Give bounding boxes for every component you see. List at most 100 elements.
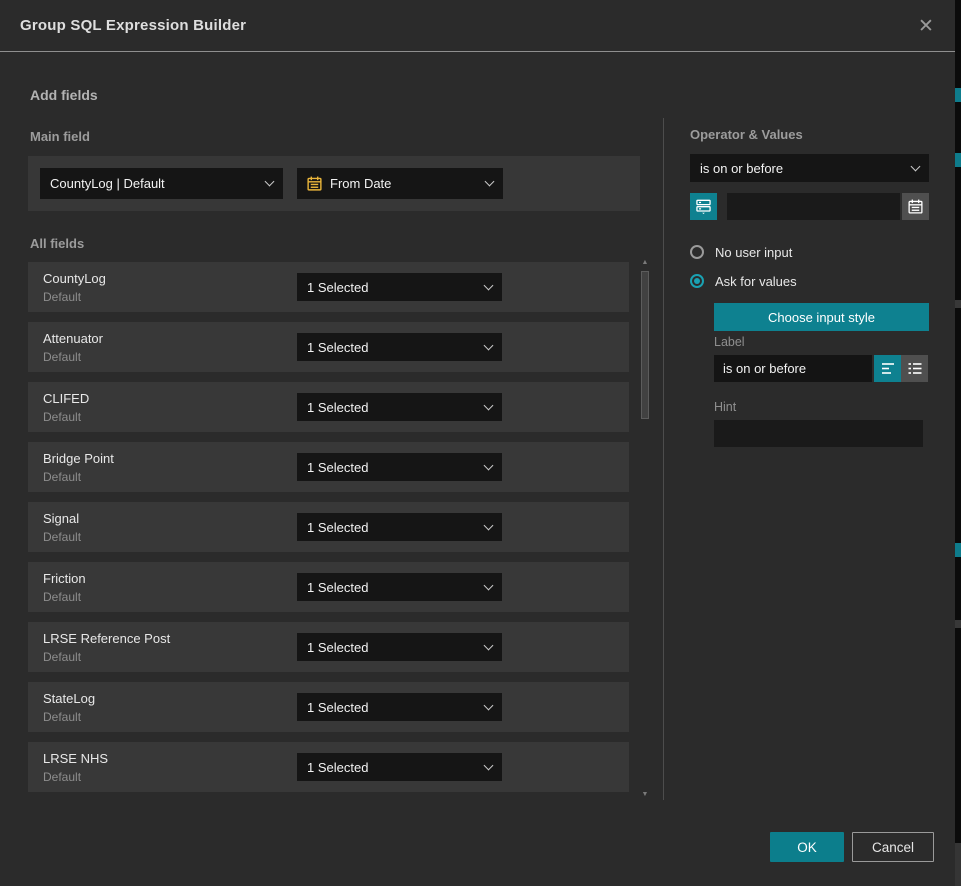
field-row: StateLog Default 1 Selected	[28, 682, 629, 732]
field-name: Friction	[43, 571, 86, 586]
field-selection-dropdown[interactable]: 1 Selected	[297, 753, 502, 781]
chevron-down-icon	[484, 280, 494, 290]
field-selection-label: 1 Selected	[307, 280, 485, 295]
operator-values-heading: Operator & Values	[690, 127, 803, 142]
field-name: Bridge Point	[43, 451, 114, 466]
field-selection-dropdown[interactable]: 1 Selected	[297, 273, 502, 301]
radio-option[interactable]: No user input	[690, 244, 940, 260]
field-selection-dropdown[interactable]: 1 Selected	[297, 393, 502, 421]
choose-input-style-button[interactable]: Choose input style	[714, 303, 929, 331]
field-row: CountyLog Default 1 Selected	[28, 262, 629, 312]
dialog-titlebar: Group SQL Expression Builder ✕	[0, 0, 955, 52]
label-input[interactable]	[714, 355, 872, 382]
field-selection-dropdown[interactable]: 1 Selected	[297, 513, 502, 541]
main-field-select[interactable]: From Date	[297, 168, 503, 199]
main-field-panel: CountyLog | Default From Date	[28, 156, 640, 211]
field-selection-label: 1 Selected	[307, 340, 485, 355]
field-row: Friction Default 1 Selected	[28, 562, 629, 612]
background-peek-strip	[955, 0, 961, 886]
radio-label: No user input	[715, 245, 792, 260]
single-input-style-button[interactable]	[874, 355, 901, 382]
hint-input[interactable]	[714, 420, 923, 447]
field-selection-label: 1 Selected	[307, 760, 485, 775]
chevron-down-icon	[484, 580, 494, 590]
cancel-button[interactable]: Cancel	[852, 832, 934, 862]
field-selection-dropdown[interactable]: 1 Selected	[297, 333, 502, 361]
ok-button[interactable]: OK	[770, 832, 844, 862]
dialog-title: Group SQL Expression Builder	[20, 17, 246, 34]
field-row: Signal Default 1 Selected	[28, 502, 629, 552]
screen: Group SQL Expression Builder ✕ Add field…	[0, 0, 961, 886]
field-selection-dropdown[interactable]: 1 Selected	[297, 633, 502, 661]
chevron-down-icon	[485, 177, 495, 187]
close-icon[interactable]: ✕	[909, 9, 943, 43]
panel-divider	[663, 118, 664, 800]
chevron-down-icon	[484, 640, 494, 650]
field-selection-label: 1 Selected	[307, 520, 485, 535]
unique-values-button[interactable]	[690, 193, 717, 220]
main-field-heading: Main field	[30, 129, 90, 144]
all-fields-list: CountyLog Default 1 Selected Attenuator …	[28, 262, 629, 802]
list-input-style-button[interactable]	[901, 355, 928, 382]
chevron-down-icon	[484, 460, 494, 470]
background-mark	[955, 620, 961, 628]
field-name: StateLog	[43, 691, 95, 706]
field-name: CountyLog	[43, 271, 106, 286]
main-field-select-value: From Date	[330, 176, 486, 191]
stacked-values-icon	[696, 199, 711, 214]
add-fields-heading: Add fields	[30, 87, 98, 103]
align-left-icon	[881, 362, 895, 375]
field-sublabel: Default	[43, 410, 81, 424]
chevron-down-icon	[484, 760, 494, 770]
background-accent-mark	[955, 543, 961, 557]
bulleted-list-icon	[908, 362, 922, 375]
value-calendar-button[interactable]	[902, 193, 929, 220]
field-sublabel: Default	[43, 590, 81, 604]
field-selection-label: 1 Selected	[307, 400, 485, 415]
all-fields-heading: All fields	[30, 236, 84, 251]
label-label: Label	[714, 335, 745, 349]
field-row: LRSE NHS Default 1 Selected	[28, 742, 629, 792]
field-name: Attenuator	[43, 331, 103, 346]
hint-label: Hint	[714, 400, 736, 414]
background-mark	[955, 843, 961, 886]
field-sublabel: Default	[43, 650, 81, 664]
field-name: LRSE Reference Post	[43, 631, 170, 646]
chevron-down-icon	[484, 400, 494, 410]
field-selection-label: 1 Selected	[307, 640, 485, 655]
field-selection-label: 1 Selected	[307, 580, 485, 595]
operator-select-value: is on or before	[700, 161, 912, 176]
scrollbar-thumb[interactable]	[641, 271, 649, 419]
background-mark	[955, 300, 961, 308]
field-sublabel: Default	[43, 290, 81, 304]
chevron-down-icon	[911, 161, 921, 171]
field-selection-dropdown[interactable]: 1 Selected	[297, 453, 502, 481]
field-name: LRSE NHS	[43, 751, 108, 766]
list-scrollbar[interactable]: ▲ ▼	[640, 258, 650, 800]
background-accent-mark	[955, 153, 961, 167]
field-sublabel: Default	[43, 470, 81, 484]
field-sublabel: Default	[43, 350, 81, 364]
field-selection-label: 1 Selected	[307, 460, 485, 475]
main-layer-select[interactable]: CountyLog | Default	[40, 168, 283, 199]
radio-option[interactable]: Ask for values	[690, 273, 940, 289]
field-selection-dropdown[interactable]: 1 Selected	[297, 573, 502, 601]
chevron-down-icon	[484, 700, 494, 710]
group-sql-expression-builder-dialog: Group SQL Expression Builder ✕ Add field…	[0, 0, 955, 886]
field-sublabel: Default	[43, 770, 81, 784]
field-row: Attenuator Default 1 Selected	[28, 322, 629, 372]
field-selection-dropdown[interactable]: 1 Selected	[297, 693, 502, 721]
field-name: Signal	[43, 511, 79, 526]
field-selection-label: 1 Selected	[307, 700, 485, 715]
operator-select[interactable]: is on or before	[690, 154, 929, 182]
field-sublabel: Default	[43, 710, 81, 724]
calendar-icon	[307, 176, 322, 191]
scrollbar-down-icon[interactable]: ▼	[640, 790, 650, 800]
field-row: LRSE Reference Post Default 1 Selected	[28, 622, 629, 672]
radio-label: Ask for values	[715, 274, 797, 289]
main-layer-select-value: CountyLog | Default	[50, 176, 266, 191]
scrollbar-up-icon[interactable]: ▲	[640, 258, 650, 268]
radio-icon	[690, 274, 704, 288]
value-input[interactable]	[727, 193, 900, 220]
field-name: CLIFED	[43, 391, 89, 406]
